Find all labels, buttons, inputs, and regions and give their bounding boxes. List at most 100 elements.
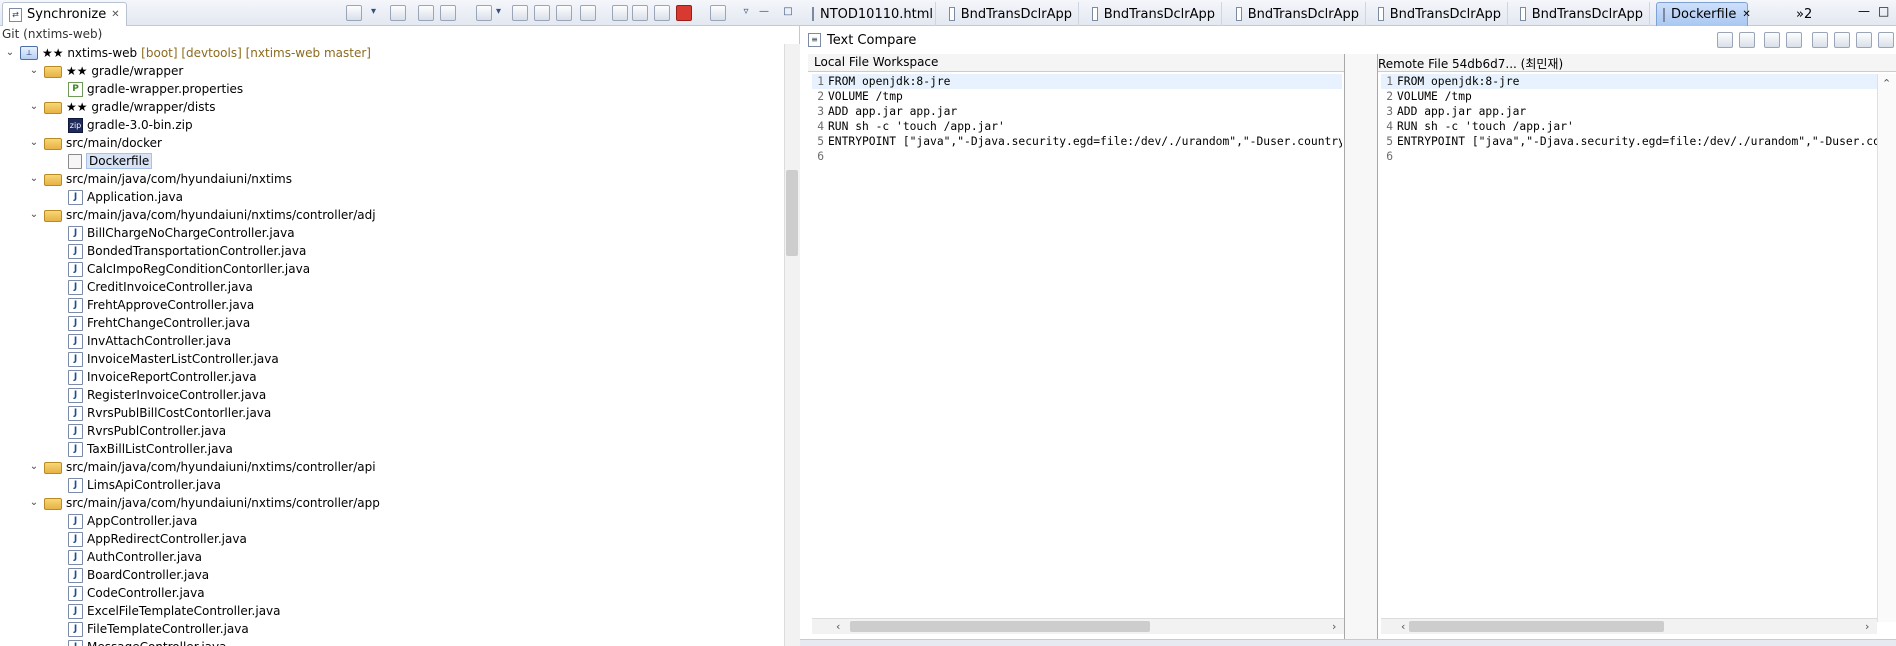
layout-icon[interactable] [1717, 32, 1733, 48]
open-icon[interactable] [390, 5, 406, 21]
tree-row[interactable]: J TaxBillListController.java [0, 440, 784, 458]
tree-scroll-thumb[interactable] [786, 170, 798, 256]
close-icon[interactable]: ✕ [111, 9, 119, 20]
tree-row[interactable]: zip gradle-3.0-bin.zip [0, 116, 784, 134]
tree-row[interactable]: ⌄ src/main/java/com/hyundaiuni/nxtims/con… [0, 494, 784, 512]
tree-row[interactable]: J BondedTransportationController.java [0, 242, 784, 260]
prev-icon[interactable] [580, 5, 596, 21]
tree-row[interactable]: J RvrsPublController.java [0, 422, 784, 440]
tree-row[interactable]: J CalcImpoRegConditionContorller.java [0, 260, 784, 278]
code-line[interactable]: 4 RUN sh -c 'touch /app.jar' [812, 119, 1342, 134]
local-code-pane[interactable]: 1 FROM openjdk:8-jre 2 VOLUME /tmp 3 ADD app.… [812, 74, 1342, 622]
tree-row[interactable]: ⌄ ★★ gradle/wrapper [0, 62, 784, 80]
scroll-left-icon[interactable]: ‹ [836, 619, 840, 635]
tree-row[interactable]: Pgradle-wrapper.properties [0, 80, 784, 98]
code-line[interactable]: 6 [1381, 149, 1877, 164]
code-line[interactable]: 5 ENTRYPOINT ["java","-Djava.security.egd… [812, 134, 1342, 149]
copy-left-icon[interactable] [1812, 32, 1828, 48]
code-line[interactable]: 4 RUN sh -c 'touch /app.jar' [1381, 119, 1877, 134]
collapse-all-icon[interactable] [534, 5, 550, 21]
minimize-icon[interactable]: — [1858, 4, 1870, 18]
chevron-down-icon[interactable]: ⌄ [28, 101, 40, 113]
tree-row[interactable]: ⌄ ⟂ ★★ nxtims-web [boot] [devtools] [nxtims… [0, 44, 784, 62]
minimize-icon[interactable]: — [756, 5, 772, 21]
tree-row[interactable]: ⌄ src/main/java/com/hyundaiuni/nxtims/con… [0, 458, 784, 476]
tree-row[interactable]: J LimsApiController.java [0, 476, 784, 494]
code-line[interactable]: 2 VOLUME /tmp [1381, 89, 1877, 104]
chevron-down-icon[interactable]: ⌄ [28, 173, 40, 185]
maximize-icon[interactable]: □ [780, 5, 796, 21]
code-line[interactable]: 5 ENTRYPOINT ["java","-Djava.security.egd… [1381, 134, 1877, 149]
scroll-up-icon[interactable]: ⌃ [1882, 76, 1891, 92]
code-line[interactable]: 1 FROM openjdk:8-jre [1381, 74, 1877, 89]
prev-diff-icon[interactable] [1786, 32, 1802, 48]
tab-editor-4[interactable]: BndTransDclrApp [1372, 2, 1508, 26]
tree-row[interactable]: Dockerfile [0, 152, 784, 170]
tree-row[interactable]: ⌄ src/main/docker [0, 134, 784, 152]
local-horizontal-scrollbar[interactable]: ‹ › [812, 618, 1344, 634]
chevron-down-icon[interactable]: ⌄ [4, 47, 16, 59]
code-line[interactable]: 1 FROM openjdk:8-jre [812, 74, 1342, 89]
sync-icon[interactable] [346, 5, 362, 21]
tree-row[interactable]: J AuthController.java [0, 548, 784, 566]
tree-row[interactable]: J CodeController.java [0, 584, 784, 602]
code-line[interactable]: 6 [812, 149, 1342, 164]
tab-overflow-button[interactable]: »2 [1790, 2, 1818, 26]
tree-row[interactable]: J BoardController.java [0, 566, 784, 584]
merge-icon[interactable] [1856, 32, 1872, 48]
remote-vertical-scrollbar[interactable]: ⌃ [1877, 74, 1896, 622]
incoming-icon[interactable] [418, 5, 434, 21]
tree-row[interactable]: J CreditInvoiceController.java [0, 278, 784, 296]
local-hscroll-thumb[interactable] [850, 621, 1150, 632]
tree-row[interactable]: J MessageController.java [0, 638, 784, 646]
tab-editor-3[interactable]: BndTransDclrApp [1230, 2, 1366, 26]
dropdown-icon[interactable]: ▾ [494, 5, 503, 21]
next-icon[interactable] [556, 5, 572, 21]
next-diff-icon[interactable] [1764, 32, 1780, 48]
close-icon[interactable]: ✕ [1742, 9, 1750, 20]
remote-horizontal-scrollbar[interactable]: ‹ › [1381, 618, 1877, 634]
link-icon[interactable] [632, 5, 648, 21]
tree-row[interactable]: J Application.java [0, 188, 784, 206]
tree-row[interactable]: J InvAttachController.java [0, 332, 784, 350]
tree-mode-icon[interactable] [476, 5, 492, 21]
tree-row[interactable]: J BillChargeNoChargeController.java [0, 224, 784, 242]
tab-synchronize[interactable]: ⇄ Synchronize ✕ [2, 2, 127, 26]
tree-row[interactable]: J AppRedirectController.java [0, 530, 784, 548]
tab-editor-0[interactable]: NTOD10110.html [806, 2, 936, 26]
compare-icon[interactable] [654, 5, 670, 21]
chevron-down-icon[interactable]: ⌄ [28, 497, 40, 509]
outgoing-icon[interactable] [440, 5, 456, 21]
scroll-left-icon[interactable]: ‹ [1401, 619, 1405, 635]
compare-center-divider[interactable] [1344, 54, 1378, 639]
code-line[interactable]: 2 VOLUME /tmp [812, 89, 1342, 104]
tree-row[interactable]: J InvoiceMasterListController.java [0, 350, 784, 368]
remote-hscroll-thumb[interactable] [1409, 621, 1664, 632]
chevron-down-icon[interactable]: ⌄ [28, 461, 40, 473]
tree-row[interactable]: J RvrsPublBillCostContorller.java [0, 404, 784, 422]
tree-row[interactable]: J ExcelFileTemplateController.java [0, 602, 784, 620]
maximize-icon[interactable]: □ [1878, 4, 1889, 18]
tab-editor-2[interactable]: BndTransDclrApp [1086, 2, 1222, 26]
tree-row[interactable]: J FrehtApproveController.java [0, 296, 784, 314]
tree-row[interactable]: J RegisterInvoiceController.java [0, 386, 784, 404]
tree-row[interactable]: ⌄ ★★ gradle/wrapper/dists [0, 98, 784, 116]
tree-row[interactable]: J InvoiceReportController.java [0, 368, 784, 386]
back-icon[interactable] [710, 5, 726, 21]
tab-editor-1[interactable]: BndTransDclrApp [943, 2, 1079, 26]
tree-vertical-scrollbar[interactable] [784, 44, 800, 646]
chevron-down-icon[interactable]: ⌄ [28, 209, 40, 221]
chevron-down-icon[interactable]: ⌄ [28, 137, 40, 149]
menu-icon[interactable]: ▿ [738, 5, 754, 21]
sync-icon[interactable] [1739, 32, 1755, 48]
stop-icon[interactable] [676, 5, 692, 21]
scroll-right-icon[interactable]: › [1332, 619, 1336, 635]
tree-row[interactable]: ⌄ src/main/java/com/hyundaiuni/nxtims/con… [0, 206, 784, 224]
tree-row[interactable]: J FrehtChangeController.java [0, 314, 784, 332]
tree-row[interactable]: J AppController.java [0, 512, 784, 530]
chevron-down-icon[interactable]: ⌄ [28, 65, 40, 77]
dropdown-icon[interactable]: ▾ [369, 5, 378, 21]
remote-code-pane[interactable]: 1 FROM openjdk:8-jre 2 VOLUME /tmp 3 ADD app.… [1381, 74, 1877, 622]
expand-all-icon[interactable] [512, 5, 528, 21]
pin-icon[interactable] [612, 5, 628, 21]
